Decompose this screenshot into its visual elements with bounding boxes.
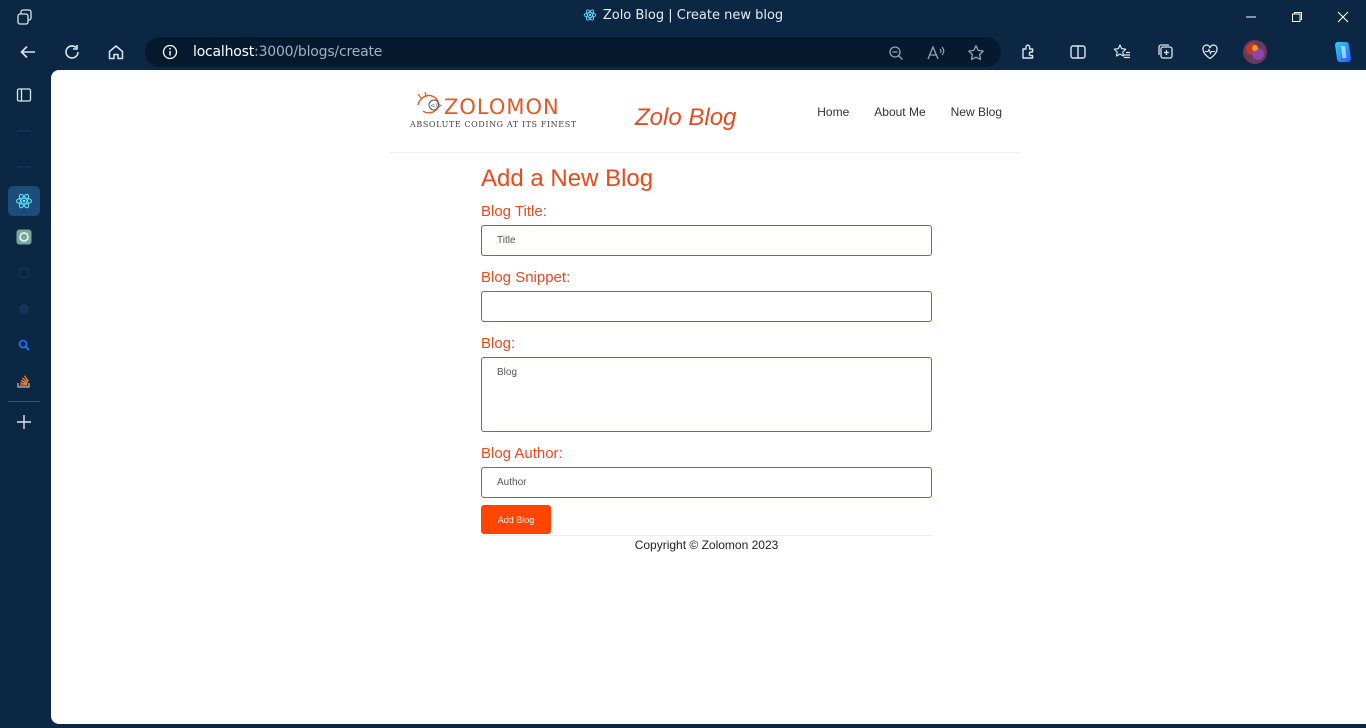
collections-icon[interactable] <box>1151 37 1181 67</box>
chatgpt-icon[interactable] <box>8 222 40 252</box>
site-info-icon[interactable] <box>162 44 178 65</box>
stack-overflow-icon[interactable] <box>8 366 40 396</box>
site-navbar: </> ZOLOMON ABSOLUTE CODING AT ITS FINES… <box>390 70 1022 153</box>
url-path: :3000/blogs/create <box>254 44 383 60</box>
copilot-icon[interactable] <box>1328 37 1358 67</box>
sidebar-app-icon[interactable] <box>8 152 40 182</box>
tab-title: Zolo Blog | Create new blog <box>0 8 1366 26</box>
page-viewport: </> ZOLOMON ABSOLUTE CODING AT ITS FINES… <box>51 70 1366 724</box>
sidebar-app-icon[interactable] <box>8 294 40 324</box>
author-input[interactable] <box>481 467 932 498</box>
snippet-input[interactable] <box>481 291 932 322</box>
title-input[interactable] <box>481 225 932 256</box>
tab-title-text: Zolo Blog | Create new blog <box>602 8 784 23</box>
back-arrow-icon[interactable] <box>13 37 43 67</box>
author-label: Blog Author: <box>481 445 563 462</box>
create-blog-form: Add a New Blog Blog Title: Blog Snippet:… <box>481 165 932 536</box>
svg-text:</>: </> <box>430 103 442 110</box>
favorite-star-icon[interactable] <box>966 43 986 63</box>
favorites-icon[interactable] <box>1107 37 1137 67</box>
url-host: localhost <box>193 44 255 60</box>
react-app-icon[interactable] <box>8 186 40 216</box>
nav-link-home[interactable]: Home <box>817 105 849 119</box>
sidebar-divider <box>8 401 40 402</box>
page-footer: Copyright © Zolomon 2023 <box>634 538 779 552</box>
edge-sidebar <box>0 70 51 728</box>
tab-actions-icon[interactable] <box>8 80 40 110</box>
body-textarea[interactable] <box>481 357 932 432</box>
search-icon[interactable] <box>8 330 40 360</box>
close-window-button[interactable] <box>1320 0 1366 33</box>
sidebar-app-icon[interactable] <box>8 258 40 288</box>
site-nav-links: Home About Me New Blog <box>817 105 1002 119</box>
profile-avatar[interactable] <box>1240 37 1270 67</box>
logo-wordmark: ZOLOMON <box>444 95 560 119</box>
zoom-out-icon[interactable] <box>886 43 906 63</box>
split-screen-icon[interactable] <box>1063 37 1093 67</box>
react-icon <box>583 8 597 26</box>
title-bar: Zolo Blog | Create new blog <box>0 0 1366 33</box>
sidebar-app-icon[interactable] <box>8 116 40 146</box>
url-text[interactable]: localhost:3000/blogs/create <box>193 44 382 60</box>
read-aloud-icon[interactable] <box>926 43 946 63</box>
logo-tagline: ABSOLUTE CODING AT ITS FINEST <box>410 120 577 129</box>
browser-essentials-icon[interactable] <box>1195 37 1225 67</box>
nav-link-about[interactable]: About Me <box>874 105 925 119</box>
body-label: Blog: <box>481 335 516 352</box>
add-sidebar-app-icon[interactable] <box>8 407 40 437</box>
snippet-label: Blog Snippet: <box>481 269 571 286</box>
form-heading: Add a New Blog <box>481 165 654 192</box>
site-title: Zolo Blog <box>635 104 737 131</box>
zolomon-logo[interactable]: </> ZOLOMON ABSOLUTE CODING AT ITS FINES… <box>410 91 576 131</box>
home-icon[interactable] <box>101 37 131 67</box>
logo-mark-icon: </> <box>414 91 444 122</box>
extensions-icon[interactable] <box>1014 37 1044 67</box>
minimize-button[interactable] <box>1228 0 1274 33</box>
refresh-icon[interactable] <box>57 37 87 67</box>
add-blog-button[interactable]: Add Blog <box>481 505 551 534</box>
nav-link-new-blog[interactable]: New Blog <box>951 105 1002 119</box>
title-label: Blog Title: <box>481 203 547 220</box>
footer-divider <box>481 535 932 536</box>
restore-button[interactable] <box>1274 0 1320 33</box>
browser-toolbar: localhost:3000/blogs/create <box>0 33 1366 99</box>
address-bar[interactable]: localhost:3000/blogs/create <box>145 37 1001 67</box>
